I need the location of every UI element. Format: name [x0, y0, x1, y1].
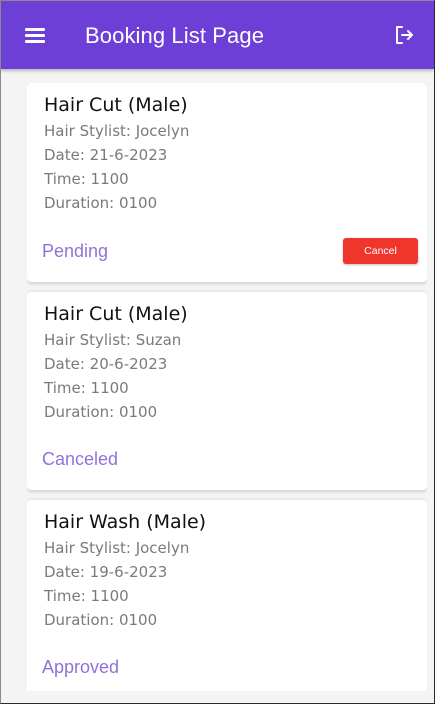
booking-details: Hair Stylist: Suzan Date: 20-6-2023 Time…	[44, 328, 181, 424]
menu-icon-bar	[25, 40, 45, 43]
booking-card: Hair Cut (Male) Hair Stylist: Suzan Date…	[27, 292, 427, 490]
status-text: Pending	[42, 241, 109, 261]
duration-text: Duration: 0100	[44, 611, 158, 629]
booking-list: Hair Cut (Male) Hair Stylist: Jocelyn Da…	[27, 83, 427, 691]
time-text: Time: 1100	[44, 170, 129, 188]
duration-text: Duration: 0100	[44, 403, 158, 421]
booking-details: Hair Stylist: Jocelyn Date: 21-6-2023 Ti…	[44, 119, 189, 215]
booking-card: Hair Wash (Male) Hair Stylist: Jocelyn D…	[27, 500, 427, 691]
time-text: Time: 1100	[44, 587, 129, 605]
status-text: Approved	[42, 657, 120, 677]
date-text: Date: 20-6-2023	[44, 355, 168, 373]
service-name: Hair Wash (Male)	[44, 511, 207, 533]
booking-card: Hair Cut (Male) Hair Stylist: Jocelyn Da…	[27, 83, 427, 282]
logout-icon[interactable]	[392, 23, 416, 47]
booking-details: Hair Stylist: Jocelyn Date: 19-6-2023 Ti…	[44, 536, 189, 632]
menu-icon[interactable]	[25, 27, 45, 43]
duration-text: Duration: 0100	[44, 194, 158, 212]
page-title: Booking List Page	[85, 23, 265, 48]
date-text: Date: 19-6-2023	[44, 563, 168, 581]
date-text: Date: 21-6-2023	[44, 146, 168, 164]
stylist-text: Hair Stylist: Suzan	[44, 331, 182, 349]
app-screen: Booking List Page Hair Cut (Male) Hair S…	[0, 0, 435, 704]
service-name: Hair Cut (Male)	[44, 94, 188, 116]
menu-icon-bar	[25, 28, 45, 31]
menu-icon-bar	[25, 34, 45, 37]
status-text: Canceled	[42, 449, 119, 469]
service-name: Hair Cut (Male)	[44, 303, 188, 325]
stylist-text: Hair Stylist: Jocelyn	[44, 539, 190, 557]
stylist-text: Hair Stylist: Jocelyn	[44, 122, 190, 140]
cancel-button[interactable]: Cancel	[343, 238, 418, 264]
app-bar: Booking List Page	[1, 1, 434, 69]
time-text: Time: 1100	[44, 379, 129, 397]
